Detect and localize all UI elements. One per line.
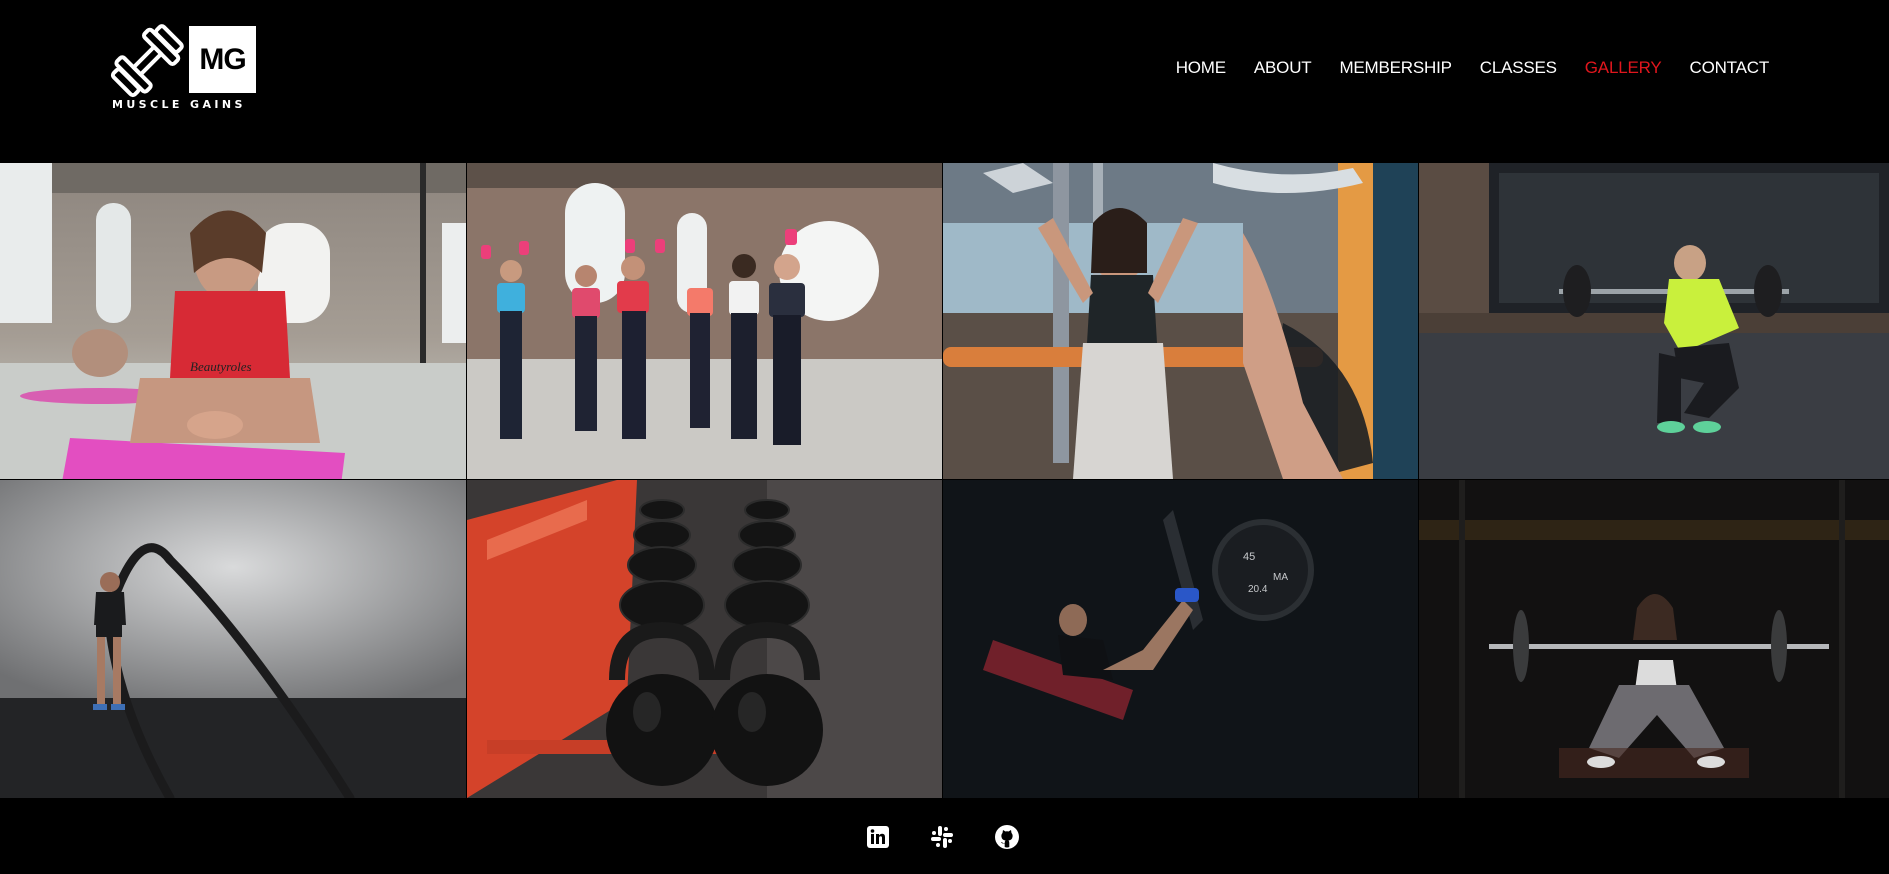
gallery-photo-barbell-squat[interactable]	[1419, 163, 1889, 479]
nav-membership[interactable]: MEMBERSHIP	[1339, 58, 1451, 78]
nav-gallery[interactable]: GALLERY	[1585, 58, 1662, 78]
slack-icon[interactable]	[929, 824, 955, 850]
gallery-photo-kettlebells[interactable]	[467, 480, 942, 798]
photo-group-class	[467, 163, 942, 479]
gallery-photo-group-class[interactable]	[467, 163, 942, 479]
gallery-photo-leg-press[interactable]: 45 20.4 MA	[943, 480, 1418, 798]
nav-classes[interactable]: CLASSES	[1480, 58, 1557, 78]
social-links	[865, 824, 891, 850]
photo-dark-squat	[1419, 480, 1889, 798]
brand-logo[interactable]: MG MUSCLE GAINS	[110, 24, 265, 116]
plate-weight-kg-text: 20.4	[1248, 584, 1268, 595]
site-footer	[0, 798, 1889, 874]
dumbbell-icon	[110, 24, 184, 98]
github-icon[interactable]	[994, 824, 1020, 850]
gallery-photo-battle-ropes[interactable]	[0, 480, 466, 798]
nav-contact[interactable]: CONTACT	[1690, 58, 1770, 78]
photo-battle-ropes	[0, 480, 466, 798]
photo-kettlebells	[467, 480, 942, 798]
social-links-github	[994, 824, 1020, 850]
photo-woman-plank: Beautyroles	[0, 163, 466, 479]
social-links-slack	[929, 824, 955, 850]
shirt-print-text: Beautyroles	[190, 359, 252, 374]
brand-monogram: MG	[189, 26, 256, 93]
plate-weight-text: 45	[1243, 551, 1255, 563]
gallery-photo-woman-plank[interactable]: Beautyroles	[0, 163, 466, 479]
nav-home[interactable]: HOME	[1176, 58, 1226, 78]
gallery-photo-lat-pulldown[interactable]	[943, 163, 1418, 479]
nav-about[interactable]: ABOUT	[1254, 58, 1312, 78]
photo-leg-press: 45 20.4 MA	[943, 480, 1418, 798]
main-nav: HOME ABOUT MEMBERSHIP CLASSES GALLERY CO…	[1148, 58, 1770, 78]
brand-name: MUSCLE GAINS	[112, 98, 246, 111]
site-header: MG MUSCLE GAINS HOME ABOUT MEMBERSHIP CL…	[0, 0, 1889, 163]
linkedin-icon[interactable]	[865, 824, 891, 850]
plate-brand-text: MA	[1273, 572, 1288, 583]
gallery-photo-dark-squat[interactable]	[1419, 480, 1889, 798]
photo-lat-pulldown	[943, 163, 1418, 479]
photo-gallery: Beautyroles 45 20.4 MA	[0, 163, 1889, 798]
photo-barbell-squat	[1419, 163, 1889, 479]
